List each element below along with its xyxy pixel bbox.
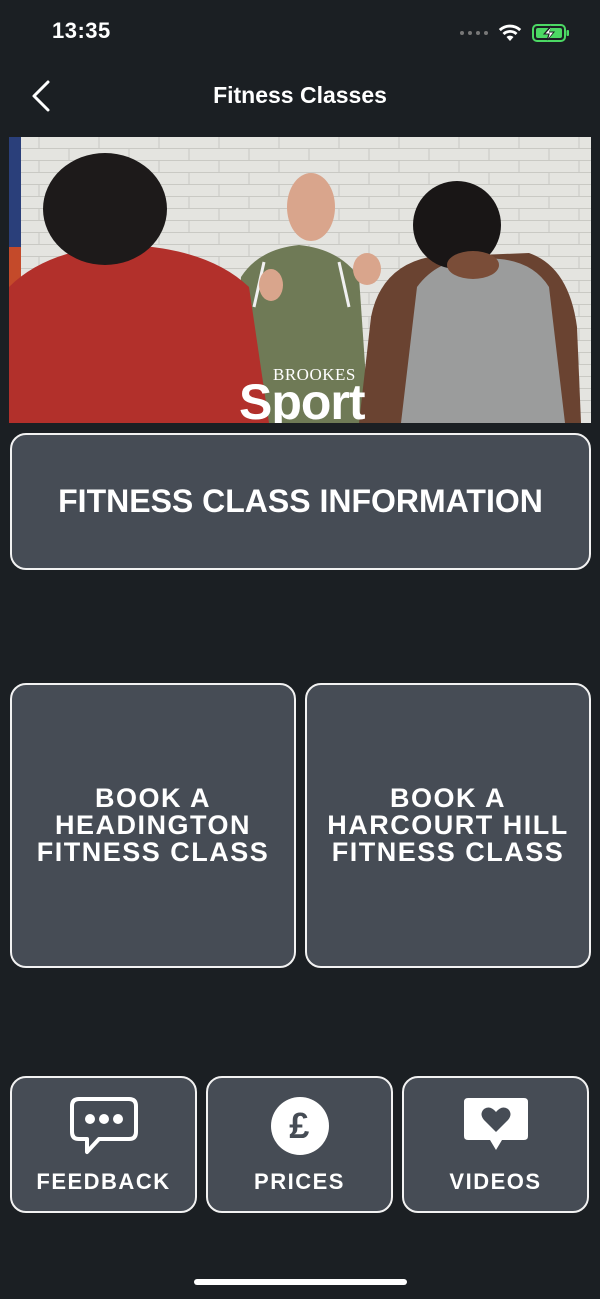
label-line: BOOK A (389, 783, 506, 813)
feedback-label: FEEDBACK (36, 1168, 171, 1194)
label-line: HARCOURT HILL (327, 810, 569, 840)
book-headington-label: BOOK A HEADINGTON FITNESS CLASS (37, 785, 270, 866)
chat-bubble-icon (69, 1096, 138, 1154)
status-time: 13:35 (52, 18, 111, 43)
svg-text:£: £ (289, 1105, 311, 1146)
label-line: BOOK A (95, 783, 211, 813)
heart-bubble-icon (463, 1097, 528, 1150)
fitness-class-information-button[interactable]: FITNESS CLASS INFORMATION (10, 433, 591, 570)
book-harcourt-hill-button[interactable]: BOOK A HARCOURT HILL FITNESS CLASS (305, 683, 591, 968)
page-title: Fitness Classes (213, 82, 387, 108)
battery-icon (532, 24, 569, 42)
prices-label: PRICES (254, 1168, 345, 1194)
screen: 13:35 Fitness Classes BROOKES Sport FITN… (0, 0, 600, 1299)
signal-dots-icon (460, 31, 488, 35)
wifi-icon (498, 24, 522, 41)
status-icons (460, 20, 570, 46)
videos-button[interactable]: VIDEOS (402, 1076, 589, 1213)
fitness-class-information-label: FITNESS CLASS INFORMATION (58, 483, 543, 519)
logo-big-text: Sport (239, 374, 366, 423)
feedback-button[interactable]: FEEDBACK (10, 1076, 197, 1213)
pound-icon: £ (270, 1096, 329, 1155)
videos-label: VIDEOS (449, 1168, 542, 1194)
label-line: FITNESS CLASS (331, 837, 565, 867)
label-line: HEADINGTON (54, 810, 251, 840)
label-line: FITNESS CLASS (36, 837, 270, 867)
hero-image: BROOKES Sport (9, 137, 591, 423)
book-harcourt-hill-label: BOOK A HARCOURT HILL FITNESS CLASS (327, 785, 568, 866)
home-indicator[interactable] (194, 1279, 407, 1285)
prices-button[interactable]: £ PRICES (206, 1076, 393, 1213)
book-headington-button[interactable]: BOOK A HEADINGTON FITNESS CLASS (10, 683, 296, 968)
